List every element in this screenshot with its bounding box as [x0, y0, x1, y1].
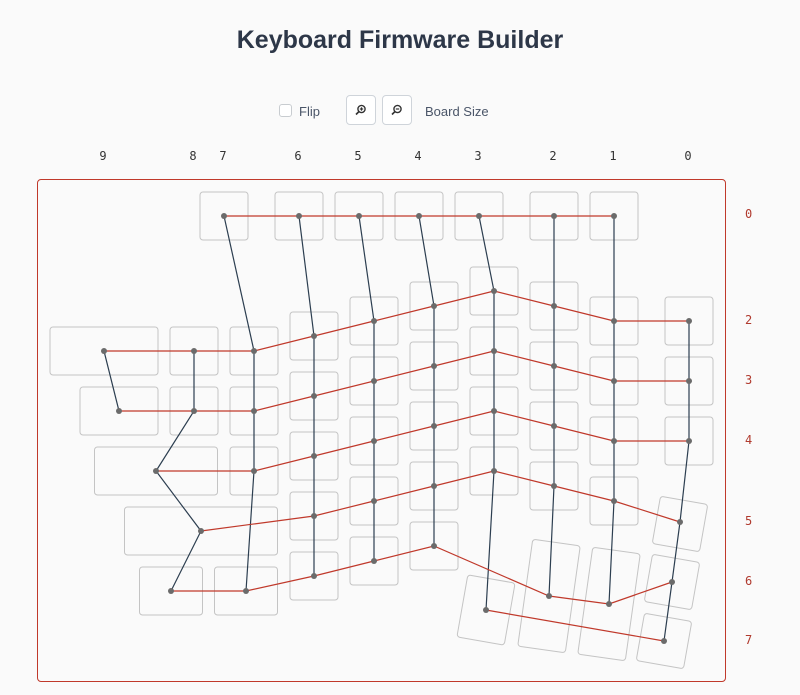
switch-node: [431, 303, 437, 309]
column-wire: [358, 215, 375, 561]
switch-node: [311, 573, 317, 579]
switch-node: [371, 438, 377, 444]
switch-node: [431, 363, 437, 369]
switch-node: [101, 348, 107, 354]
switch-node: [311, 333, 317, 339]
column-wire: [608, 216, 615, 605]
switch-node: [198, 528, 204, 534]
switch-node: [431, 543, 437, 549]
switch-node: [491, 408, 497, 414]
switch-node: [551, 423, 557, 429]
row-wire: [119, 350, 689, 412]
switch-node: [686, 318, 692, 324]
switch-node: [356, 213, 362, 219]
switch-node: [661, 638, 667, 644]
column-wire: [663, 321, 690, 642]
switch-node: [416, 213, 422, 219]
switch-node: [296, 213, 302, 219]
switch-node: [476, 213, 482, 219]
column-wire: [548, 216, 555, 597]
switch-node: [311, 393, 317, 399]
switch-node: [191, 348, 197, 354]
switch-node: [677, 519, 683, 525]
switch-node: [221, 213, 227, 219]
switch-node: [371, 558, 377, 564]
row-wire: [104, 290, 689, 352]
column-wire: [103, 350, 120, 412]
switch-node: [611, 378, 617, 384]
switch-node: [251, 348, 257, 354]
column-wire: [418, 215, 435, 546]
keyboard-layout: [49, 191, 714, 669]
switch-node: [251, 468, 257, 474]
column-wire: [223, 215, 255, 592]
switch-node: [251, 408, 257, 414]
switch-node: [669, 579, 675, 585]
switch-node: [611, 213, 617, 219]
switch-node: [311, 453, 317, 459]
switch-node: [191, 408, 197, 414]
switch-node: [116, 408, 122, 414]
switch-node: [431, 483, 437, 489]
switch-node: [168, 588, 174, 594]
switch-node: [611, 498, 617, 504]
switch-node: [611, 438, 617, 444]
switch-node: [491, 288, 497, 294]
switch-node: [686, 438, 692, 444]
switch-node: [491, 348, 497, 354]
switch-node: [686, 378, 692, 384]
switch-node: [611, 318, 617, 324]
switch-node: [483, 607, 489, 613]
switch-node: [551, 303, 557, 309]
switch-node: [371, 378, 377, 384]
switch-node: [311, 513, 317, 519]
switch-node: [551, 483, 557, 489]
switch-node: [153, 468, 159, 474]
switch-node: [606, 601, 612, 607]
switch-node: [546, 593, 552, 599]
switch-node: [371, 318, 377, 324]
row-wire: [485, 609, 665, 642]
switch-node: [491, 468, 497, 474]
switch-node: [551, 363, 557, 369]
switch-node: [243, 588, 249, 594]
switch-node: [431, 423, 437, 429]
switch-node: [551, 213, 557, 219]
switch-node: [371, 498, 377, 504]
